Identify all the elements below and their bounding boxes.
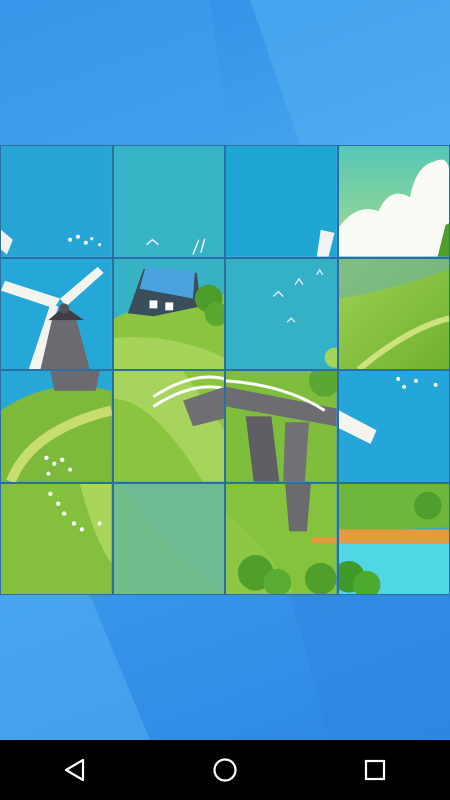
navigation-bar: [0, 740, 450, 800]
puzzle-tile[interactable]: [112, 370, 225, 483]
puzzle-tile[interactable]: [225, 482, 338, 595]
puzzle-tile[interactable]: [0, 370, 113, 483]
puzzle-tile[interactable]: [225, 370, 338, 483]
puzzle-tile[interactable]: [0, 482, 113, 595]
puzzle-tile[interactable]: [225, 257, 338, 370]
puzzle-tile[interactable]: [112, 482, 225, 595]
back-icon: [64, 758, 85, 782]
puzzle-tile[interactable]: [337, 257, 450, 370]
home-button[interactable]: [195, 740, 255, 800]
recents-icon: [364, 759, 386, 781]
puzzle-tile[interactable]: [112, 257, 225, 370]
puzzle-tile[interactable]: [337, 482, 450, 595]
puzzle-tile[interactable]: [112, 145, 225, 258]
puzzle-board: [0, 145, 450, 595]
puzzle-tile[interactable]: [0, 257, 113, 370]
puzzle-tile[interactable]: [0, 145, 113, 258]
home-icon: [213, 758, 237, 782]
back-button[interactable]: [45, 740, 105, 800]
puzzle-tile[interactable]: [337, 370, 450, 483]
puzzle-tile[interactable]: [225, 145, 338, 258]
puzzle-tile[interactable]: [337, 145, 450, 258]
recents-button[interactable]: [345, 740, 405, 800]
